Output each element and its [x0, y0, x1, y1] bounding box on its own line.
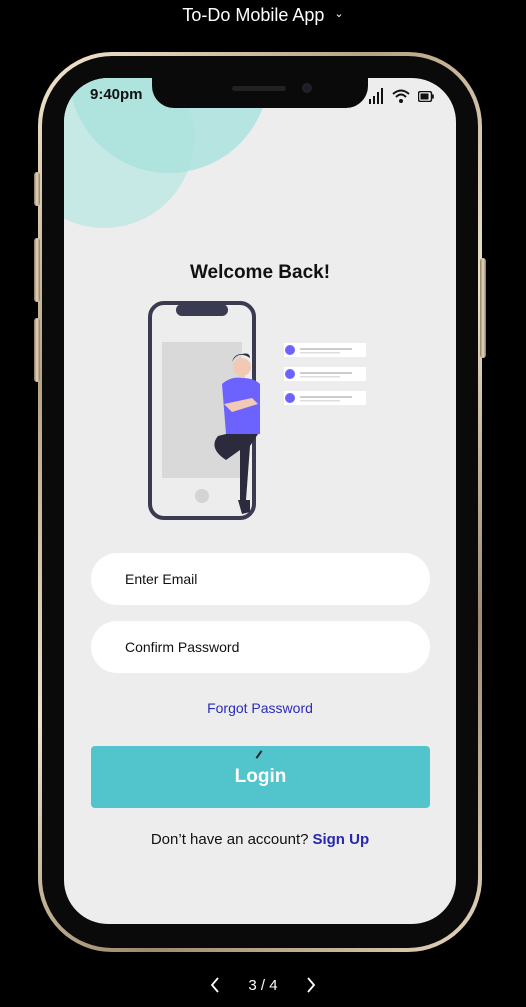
phone-notch	[152, 78, 368, 108]
chevron-left-icon[interactable]	[204, 974, 226, 996]
signup-link[interactable]: Sign Up	[312, 831, 369, 848]
email-field-placeholder: Enter Email	[125, 571, 198, 587]
login-button[interactable]: Login	[91, 746, 430, 808]
login-illustration	[148, 301, 366, 520]
status-time: 9:40pm	[90, 86, 143, 103]
pager: 3 / 4	[0, 970, 526, 1000]
status-icons	[368, 86, 442, 106]
page-title: Welcome Back!	[189, 262, 331, 283]
email-field[interactable]: Enter Email	[91, 553, 430, 605]
chevron-down-icon[interactable]: ⌄	[334, 7, 343, 20]
mute-switch	[34, 172, 40, 206]
chevron-right-icon[interactable]	[300, 974, 322, 996]
power-button	[480, 258, 486, 358]
app-title: To-Do Mobile App	[182, 4, 325, 25]
signup-prompt-text: Don’t have an account?	[150, 831, 309, 848]
wifi-icon	[392, 89, 410, 103]
front-camera	[302, 83, 312, 93]
signal-icon	[369, 88, 383, 104]
speaker-grille	[232, 86, 286, 91]
signup-prompt: Don’t have an account? Sign Up	[64, 831, 456, 848]
password-field-placeholder: Confirm Password	[125, 639, 240, 655]
battery-icon	[418, 90, 434, 102]
page-indicator: 3 / 4	[248, 976, 278, 994]
volume-down-button	[34, 318, 40, 382]
app-title-bar[interactable]: To-Do Mobile App ⌄	[0, 0, 526, 30]
volume-up-button	[34, 238, 40, 302]
forgot-password-link[interactable]: Forgot Password	[64, 700, 456, 716]
password-field[interactable]: Confirm Password	[91, 621, 430, 673]
